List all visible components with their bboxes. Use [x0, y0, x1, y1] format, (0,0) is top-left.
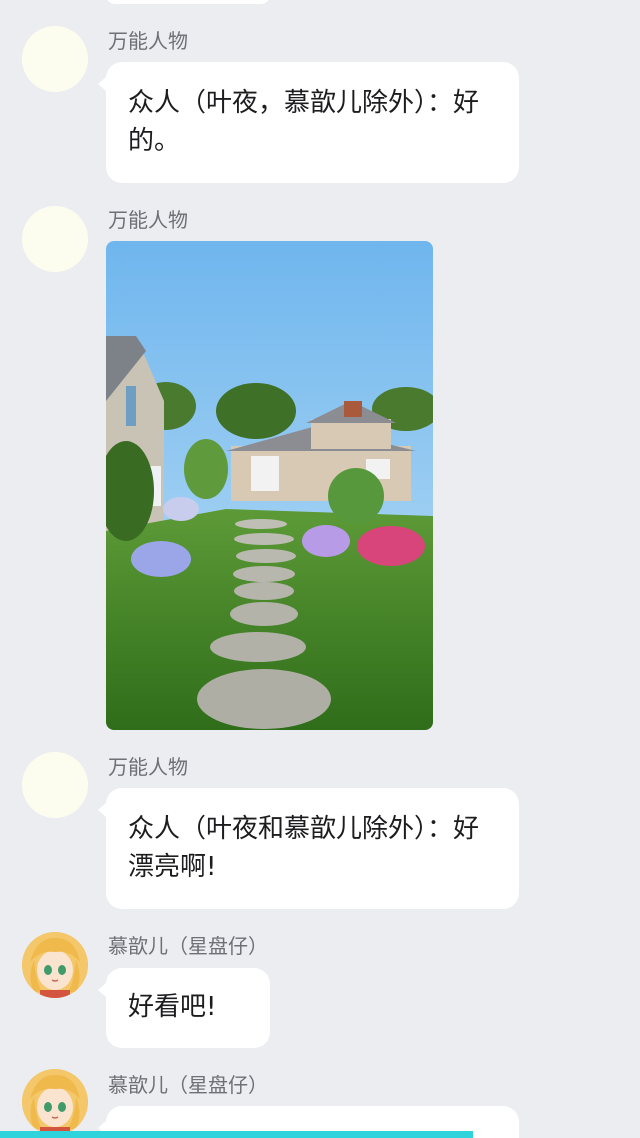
previous-message-bubble[interactable]	[106, 0, 270, 4]
chat-view[interactable]: 万能人物 众人（叶夜，慕歆儿除外）：好的。 万能人物 万能人物 众人（叶夜和慕歆…	[0, 0, 640, 1138]
sender-name: 慕歆儿（星盘仔）	[108, 1073, 268, 1097]
message-bubble[interactable]: 众人（叶夜和慕歆儿除外）：好漂亮啊!	[98, 788, 519, 909]
garden-photo-icon	[106, 241, 433, 730]
avatar[interactable]	[22, 206, 88, 272]
sender-name: 万能人物	[108, 29, 188, 53]
message-bubble[interactable]: 好看吧!	[98, 968, 270, 1048]
sender-name: 慕歆儿（星盘仔）	[108, 934, 268, 958]
sender-name: 万能人物	[108, 208, 188, 232]
avatar[interactable]	[22, 932, 88, 998]
bottom-progress-bar	[0, 1131, 473, 1138]
message-text: 众人（叶夜和慕歆儿除外）：好漂亮啊!	[128, 814, 480, 882]
garden-photo[interactable]	[106, 241, 433, 730]
avatar[interactable]	[22, 1069, 88, 1135]
message-text: 好看吧!	[128, 992, 217, 1022]
avatar[interactable]	[22, 752, 88, 818]
message-bubble[interactable]: 众人（叶夜，慕歆儿除外）：好的。	[98, 62, 519, 183]
anime-girl-avatar-icon	[22, 1069, 88, 1135]
message-text: 众人（叶夜，慕歆儿除外）：好的。	[128, 88, 480, 156]
avatar[interactable]	[22, 26, 88, 92]
anime-girl-avatar-icon	[22, 932, 88, 998]
sender-name: 万能人物	[108, 755, 188, 779]
